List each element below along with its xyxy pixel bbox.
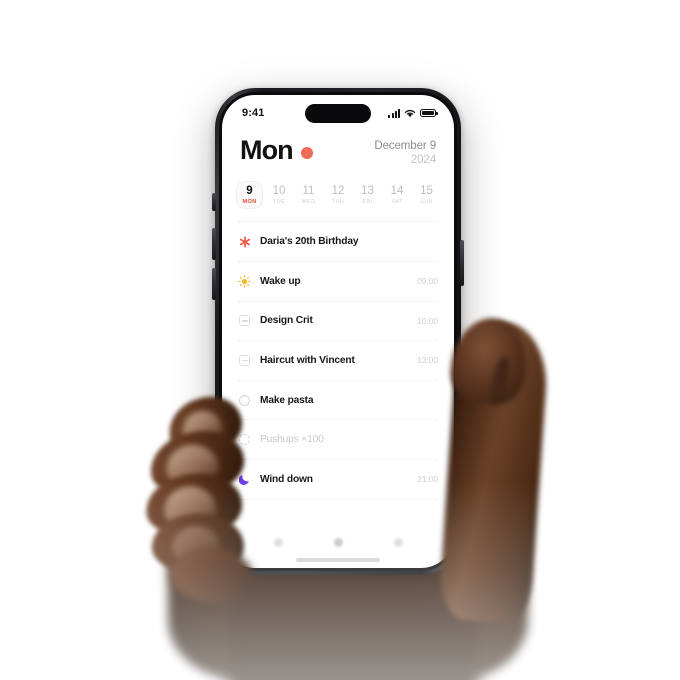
agenda-list: Daria's 20th Birthday Wake up 09:00 Desi…: [222, 209, 454, 522]
week-day-number: 13: [361, 185, 374, 198]
list-item[interactable]: Make pasta: [238, 381, 438, 421]
week-day-abbr: TUE: [272, 199, 286, 206]
list-item-time: 09:00: [417, 276, 438, 287]
sun-icon: [238, 274, 251, 288]
volume-up-button[interactable]: [212, 228, 216, 260]
list-item-title: Pushups ×100: [260, 434, 324, 446]
list-item-title: Make pasta: [260, 394, 314, 406]
list-item[interactable]: Wind down 21:00: [238, 460, 438, 500]
list-item[interactable]: Design Crit 10:00: [238, 302, 438, 342]
tab-center-icon[interactable]: [333, 537, 343, 547]
week-day-number: 11: [302, 185, 315, 198]
week-day-number: 9: [246, 185, 253, 198]
checkbox-empty-icon[interactable]: [238, 394, 251, 407]
phone-device: 9:41 Mon December 9 2024 9 MON 10 TUE 11…: [215, 88, 461, 575]
week-day-abbr: SAT: [391, 199, 403, 206]
day-title-group: Mon: [240, 137, 313, 164]
list-item-title: Design Crit: [260, 315, 313, 327]
week-day-thu[interactable]: 12 THU: [325, 181, 352, 209]
moon-icon: [238, 473, 251, 486]
list-item-title: Wake up: [260, 275, 301, 287]
status-bar: 9:41: [222, 95, 454, 131]
week-strip: 9 MON 10 TUE 11 WED 12 THU 13 FRI 14 SAT…: [222, 167, 454, 210]
checkbox-marked-icon[interactable]: [238, 354, 251, 367]
week-day-abbr: WED: [301, 199, 316, 206]
status-bar-icons: [388, 108, 438, 118]
week-day-abbr: SUN: [420, 199, 433, 206]
week-day-abbr: FRI: [362, 199, 373, 206]
thumb-crease: [486, 355, 512, 413]
week-day-tue[interactable]: 10 TUE: [266, 181, 293, 209]
date-display: December 9 2024: [374, 137, 436, 167]
week-day-sun[interactable]: 15 SUN: [413, 181, 440, 209]
week-day-number: 12: [331, 185, 345, 198]
cellular-bars-icon: [388, 108, 400, 118]
week-day-number: 14: [390, 185, 404, 198]
fingernail: [164, 442, 221, 488]
wrist: [228, 560, 478, 680]
date-main-label: December 9: [374, 140, 436, 152]
list-item-time: 21:00: [417, 474, 438, 485]
volume-down-button[interactable]: [212, 268, 216, 300]
calendar-app: Mon December 9 2024 9 MON 10 TUE 11 WED …: [222, 95, 454, 568]
list-item-title: Daria's 20th Birthday: [260, 236, 359, 248]
week-day-abbr: THU: [331, 199, 345, 206]
week-day-number: 10: [272, 185, 286, 198]
action-button[interactable]: [212, 193, 216, 211]
fingernail: [162, 484, 218, 529]
list-item-time: 10:00: [417, 315, 438, 326]
today-dot-icon: [300, 147, 313, 159]
phone-screen: 9:41 Mon December 9 2024 9 MON 10 TUE 11…: [222, 95, 454, 568]
fingernail: [171, 525, 221, 563]
checkbox-dashed-icon[interactable]: [238, 433, 251, 446]
week-day-sat[interactable]: 14 SAT: [384, 181, 411, 209]
wifi-icon: [404, 109, 416, 117]
power-button[interactable]: [460, 240, 464, 286]
list-item[interactable]: Wake up 09:00: [238, 262, 438, 302]
tab-left-icon[interactable]: [273, 537, 283, 547]
checkbox-marked-icon[interactable]: [238, 314, 251, 327]
status-bar-time: 9:41: [242, 107, 265, 119]
list-item-time: 13:00: [417, 355, 438, 366]
list-item-title: Haircut with Vincent: [260, 354, 355, 366]
week-day-mon[interactable]: 9 MON: [236, 181, 263, 210]
week-day-number: 15: [420, 185, 433, 198]
date-year-label: 2024: [410, 153, 436, 166]
battery-icon: [420, 109, 438, 117]
list-item[interactable]: Daria's 20th Birthday: [238, 221, 438, 262]
asterisk-icon: [238, 235, 251, 248]
home-indicator[interactable]: [296, 558, 380, 562]
scene: 9:41 Mon December 9 2024 9 MON 10 TUE 11…: [0, 0, 680, 680]
week-day-wed[interactable]: 11 WED: [295, 181, 322, 209]
week-day-fri[interactable]: 13 FRI: [354, 181, 381, 209]
list-item[interactable]: Pushups ×100: [238, 420, 438, 460]
list-item-title: Wind down: [260, 473, 313, 485]
tab-right-icon[interactable]: [393, 537, 403, 547]
page-title: Mon: [240, 135, 294, 165]
week-day-abbr: MON: [242, 199, 257, 206]
list-item[interactable]: Haircut with Vincent 13:00: [238, 341, 438, 381]
